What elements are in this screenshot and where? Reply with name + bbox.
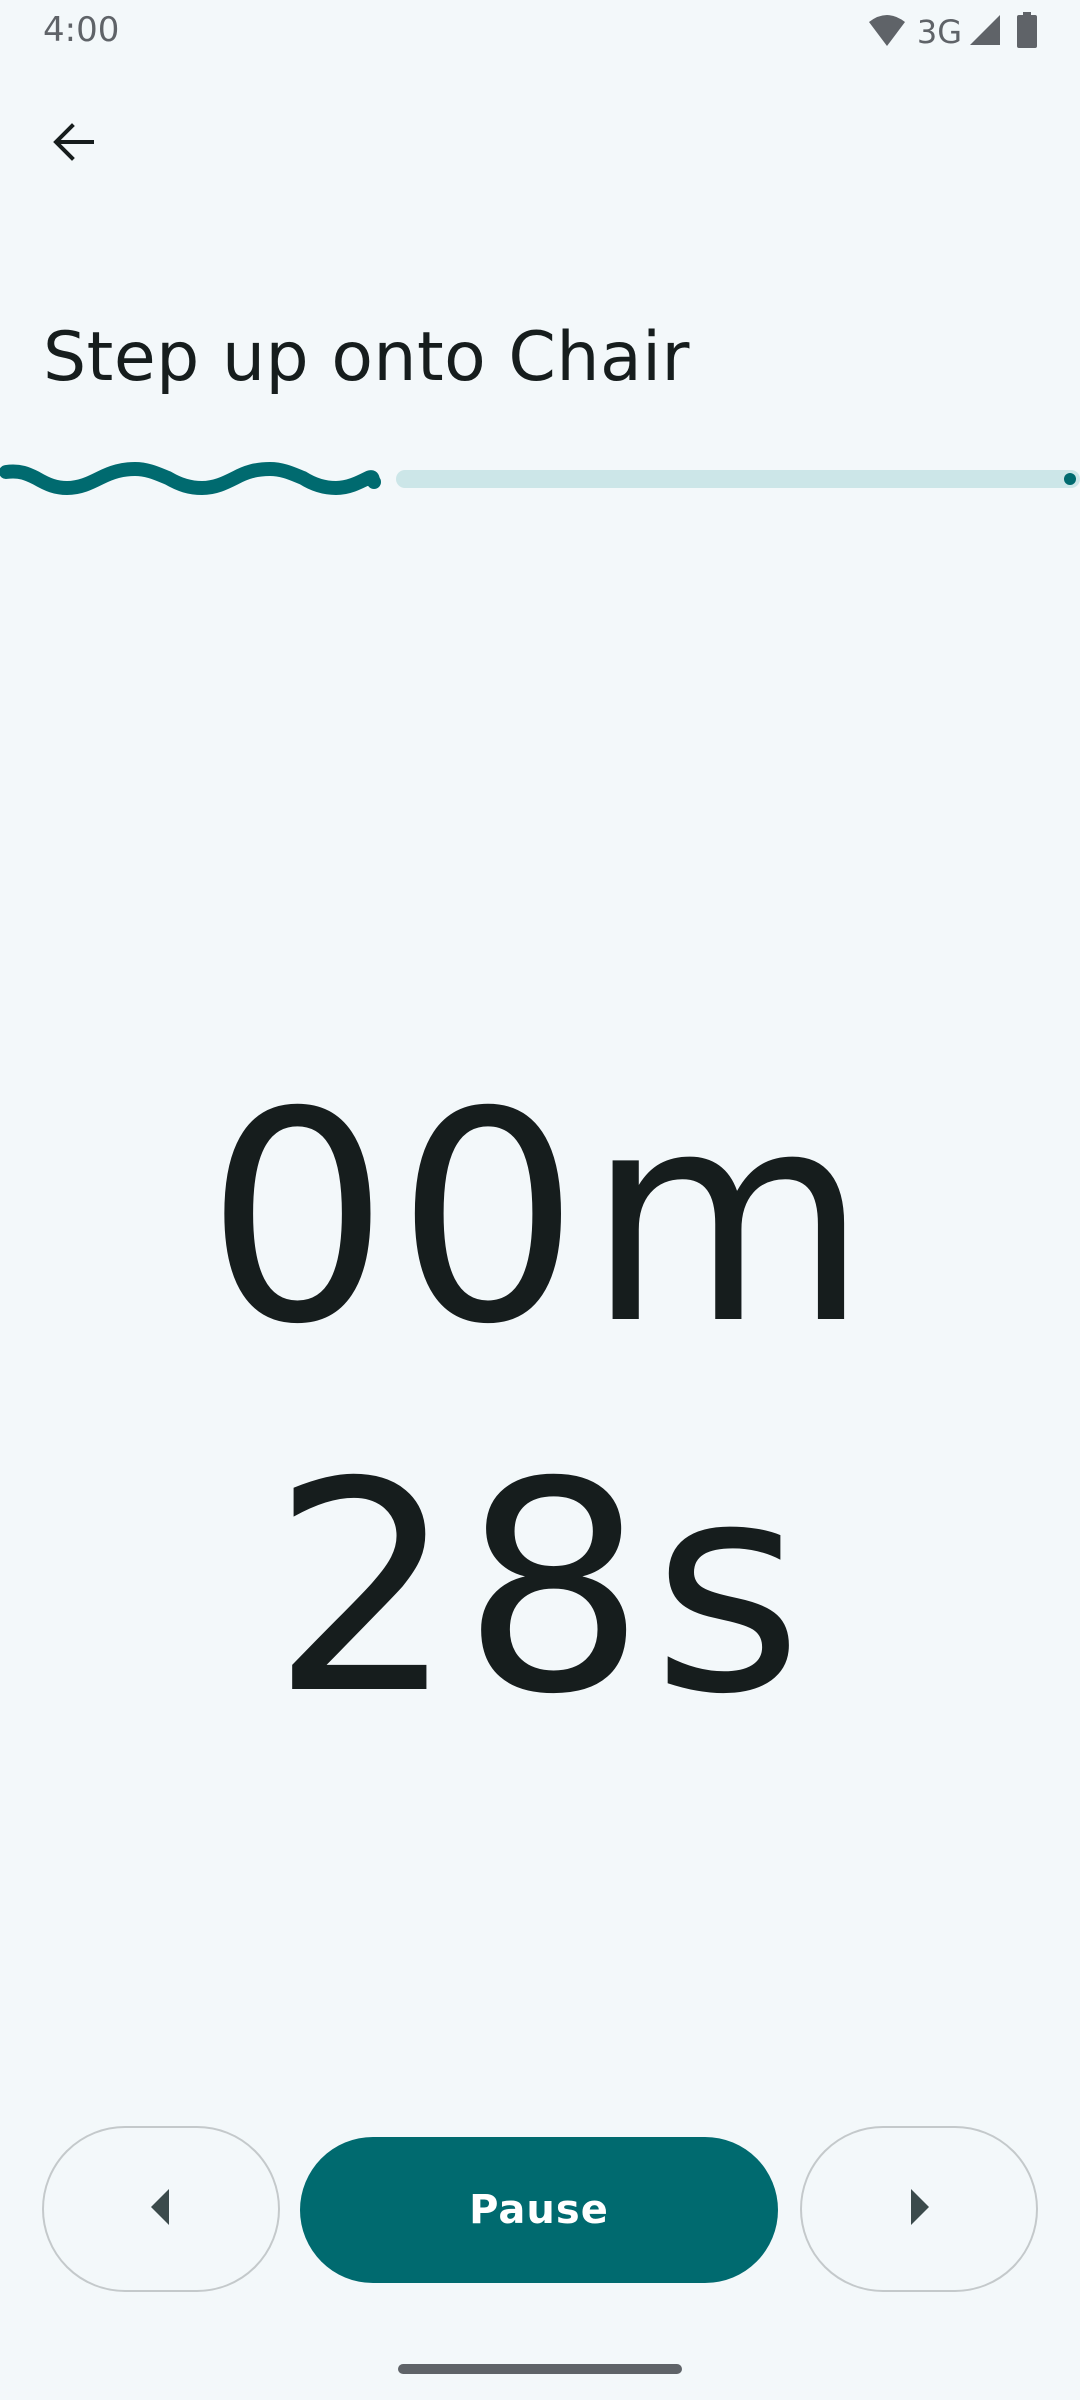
next-button[interactable] bbox=[800, 2126, 1038, 2292]
wifi-icon bbox=[867, 12, 907, 53]
status-time: 4:00 bbox=[43, 10, 120, 50]
triangle-left-icon bbox=[149, 2188, 173, 2230]
status-icons: 3G bbox=[867, 11, 1038, 53]
timer-seconds: 28s bbox=[270, 1421, 810, 1758]
network-type-label: 3G bbox=[916, 13, 962, 51]
arrow-back-icon bbox=[50, 118, 98, 171]
pause-button[interactable]: Pause bbox=[300, 2137, 778, 2283]
pause-button-label: Pause bbox=[469, 2187, 609, 2233]
previous-button[interactable] bbox=[42, 2126, 280, 2292]
status-bar: 4:00 3G bbox=[0, 0, 1080, 64]
battery-icon bbox=[1016, 11, 1038, 53]
progress-indicator bbox=[0, 450, 1080, 510]
timer-minutes: 00m bbox=[205, 1051, 875, 1388]
back-button[interactable] bbox=[42, 112, 106, 176]
home-indicator[interactable] bbox=[398, 2364, 682, 2374]
page-title: Step up onto Chair bbox=[43, 318, 690, 397]
triangle-right-icon bbox=[907, 2188, 931, 2230]
cell-signal-icon bbox=[968, 13, 1002, 52]
